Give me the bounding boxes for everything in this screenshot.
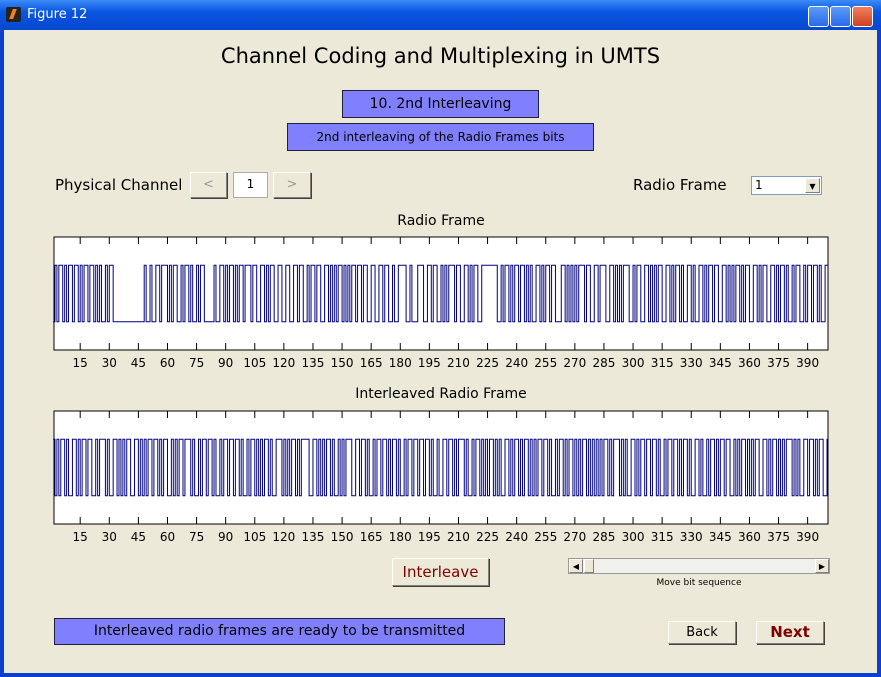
x-tick-label: 225 bbox=[476, 356, 499, 370]
x-tick-label: 315 bbox=[651, 356, 674, 370]
x-tick-label: 135 bbox=[302, 530, 325, 544]
slider-label: Move bit sequence bbox=[656, 578, 742, 588]
chevron-down-icon[interactable]: ▼ bbox=[805, 178, 820, 193]
radio-frame-label: Radio Frame bbox=[633, 176, 727, 194]
x-tick-label: 210 bbox=[447, 356, 470, 370]
x-tick-label: 165 bbox=[360, 530, 383, 544]
x-tick-label: 90 bbox=[218, 356, 233, 370]
x-tick-label: 120 bbox=[272, 530, 295, 544]
x-tick-label: 330 bbox=[680, 530, 703, 544]
x-tick-label: 180 bbox=[389, 530, 412, 544]
interleaved-frame-plot: 15 30 45 60 75 90 105 120 135 150 165 180 195 210 225 2… bbox=[53, 410, 829, 544]
x-tick-label: 60 bbox=[160, 356, 175, 370]
x-tick-label: 150 bbox=[331, 356, 354, 370]
x-tick-label: 300 bbox=[622, 530, 645, 544]
x-tick-label: 285 bbox=[592, 356, 615, 370]
back-button[interactable]: Back bbox=[668, 621, 736, 644]
x-tick-label: 45 bbox=[131, 356, 146, 370]
x-tick-label: 270 bbox=[563, 530, 586, 544]
x-tick-label: 345 bbox=[709, 530, 732, 544]
x-tick-label: 120 bbox=[272, 356, 295, 370]
physical-channel-label: Physical Channel bbox=[55, 176, 183, 194]
next-channel-button[interactable]: > bbox=[273, 172, 311, 198]
x-tick-label: 60 bbox=[160, 530, 175, 544]
x-tick-label: 270 bbox=[563, 356, 586, 370]
x-tick-label: 390 bbox=[796, 356, 819, 370]
x-tick-label: 30 bbox=[102, 530, 117, 544]
axes1-title: Radio Frame bbox=[397, 213, 485, 229]
close-button[interactable] bbox=[852, 6, 873, 27]
x-tick-label: 240 bbox=[505, 530, 528, 544]
x-tick-label: 75 bbox=[189, 356, 204, 370]
step-description: 2nd interleaving of the Radio Frames bit… bbox=[287, 123, 594, 151]
next-button[interactable]: Next bbox=[756, 621, 824, 644]
x-tick-label: 240 bbox=[505, 356, 528, 370]
x-tick-label: 300 bbox=[622, 356, 645, 370]
x-tick-label: 90 bbox=[218, 530, 233, 544]
scroll-left-arrow-icon[interactable]: ◀ bbox=[569, 559, 583, 573]
radio-frame-plot: 15 30 45 60 75 90 105 120 135 150 165 180 195 210 225 2… bbox=[53, 236, 829, 370]
x-tick-label: 225 bbox=[476, 530, 499, 544]
x-tick-label: 195 bbox=[418, 530, 441, 544]
page-title: Channel Coding and Multiplexing in UMTS bbox=[220, 44, 661, 68]
x-tick-label: 15 bbox=[73, 356, 88, 370]
x-tick-label: 375 bbox=[767, 530, 790, 544]
x-tick-label: 195 bbox=[418, 356, 441, 370]
radio-frame-select[interactable]: 1 ▼ bbox=[751, 176, 822, 195]
scroll-right-arrow-icon[interactable]: ▶ bbox=[815, 559, 829, 573]
x-tick-label: 30 bbox=[102, 356, 117, 370]
x-tick-label: 360 bbox=[738, 530, 761, 544]
title-bar: Figure 12 bbox=[0, 0, 881, 30]
x-tick-label: 255 bbox=[534, 530, 557, 544]
x-tick-label: 345 bbox=[709, 356, 732, 370]
x-tick-label: 150 bbox=[331, 530, 354, 544]
status-message: Interleaved radio frames are ready to be… bbox=[54, 618, 505, 645]
minimize-button[interactable] bbox=[808, 6, 829, 27]
bit-sequence-slider[interactable]: ◀ ▶ bbox=[568, 558, 830, 574]
x-tick-label: 105 bbox=[243, 530, 266, 544]
x-tick-label: 135 bbox=[302, 356, 325, 370]
x-tick-label: 45 bbox=[131, 530, 146, 544]
x-tick-label: 165 bbox=[360, 356, 383, 370]
interleave-button[interactable]: Interleave bbox=[392, 558, 489, 586]
x-tick-label: 180 bbox=[389, 356, 412, 370]
window-title: Figure 12 bbox=[27, 7, 88, 22]
x-tick-label: 15 bbox=[73, 530, 88, 544]
x-tick-label: 330 bbox=[680, 356, 703, 370]
radio-frame-value: 1 bbox=[755, 178, 763, 192]
maximize-button[interactable] bbox=[830, 6, 851, 27]
x-tick-label: 75 bbox=[189, 530, 204, 544]
x-tick-label: 375 bbox=[767, 356, 790, 370]
x-tick-label: 390 bbox=[796, 530, 819, 544]
prev-channel-button[interactable]: < bbox=[190, 172, 227, 198]
slider-thumb[interactable] bbox=[584, 559, 594, 573]
x-tick-label: 210 bbox=[447, 530, 470, 544]
matlab-icon bbox=[6, 7, 21, 22]
plot-area bbox=[53, 410, 829, 525]
channel-input[interactable]: 1 bbox=[233, 172, 268, 198]
x-tick-label: 285 bbox=[592, 530, 615, 544]
step-label: 10. 2nd Interleaving bbox=[342, 90, 539, 118]
x-tick-label: 105 bbox=[243, 356, 266, 370]
x-tick-label: 255 bbox=[534, 356, 557, 370]
x-tick-label: 315 bbox=[651, 530, 674, 544]
x-tick-label: 360 bbox=[738, 356, 761, 370]
axes2-title: Interleaved Radio Frame bbox=[355, 386, 527, 402]
